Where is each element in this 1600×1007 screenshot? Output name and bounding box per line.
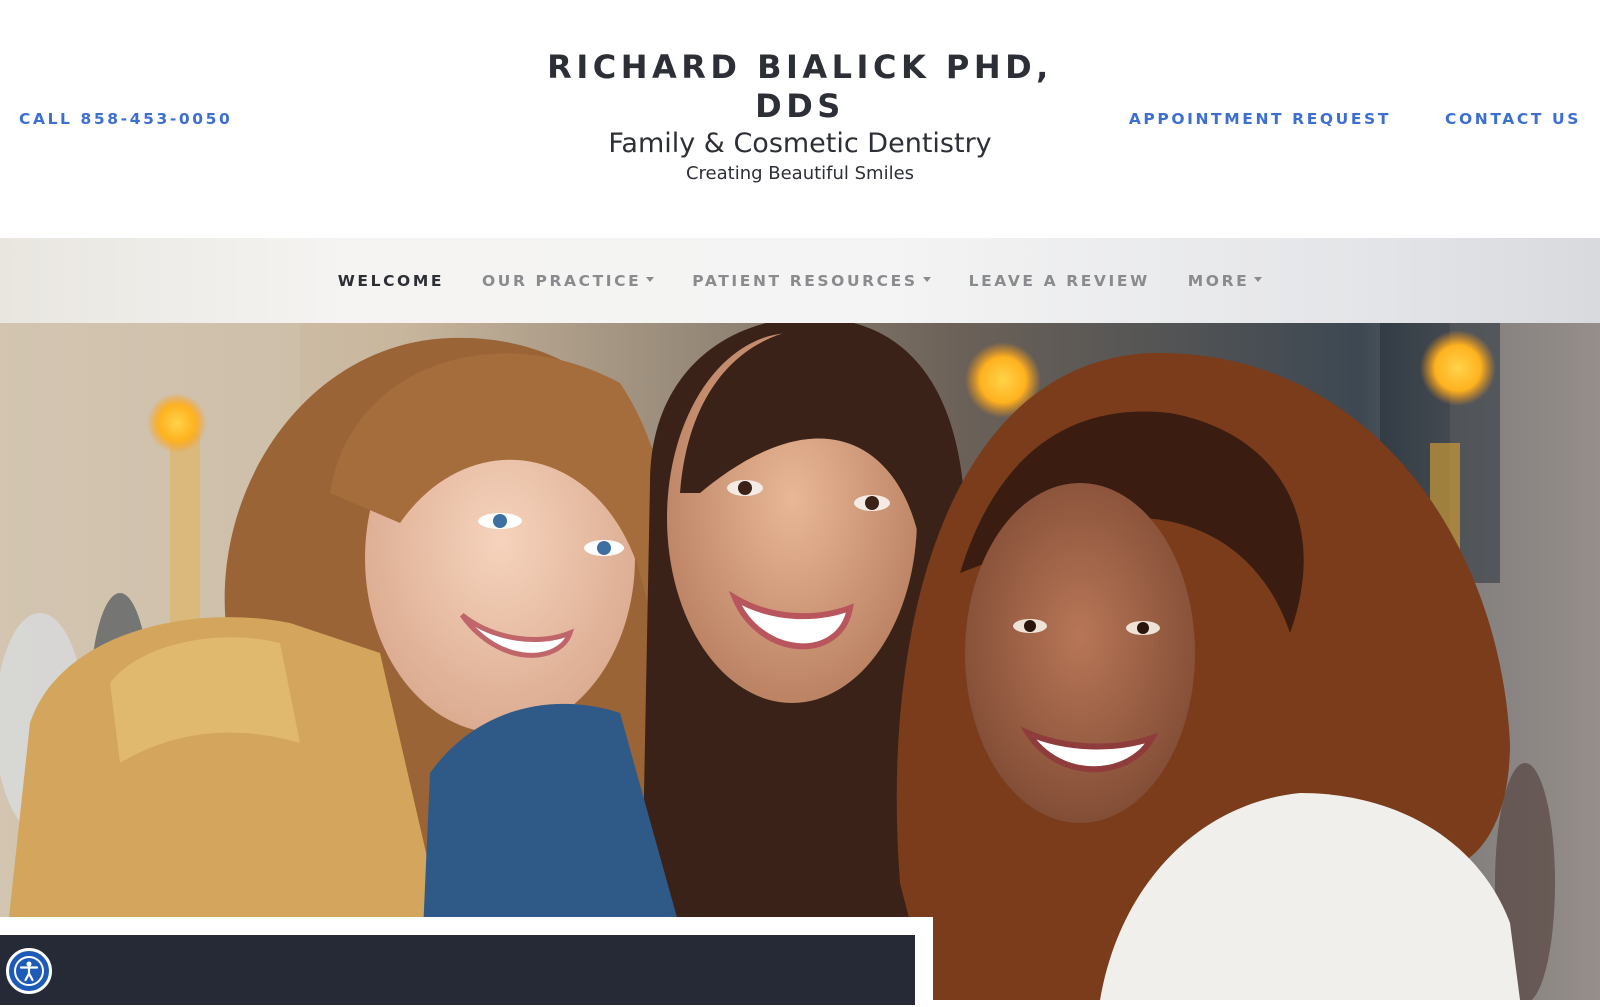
appointment-request-link[interactable]: APPOINTMENT REQUEST [1129,110,1391,128]
caret-down-icon [646,277,655,282]
practice-tagline: Creating Beautiful Smiles [685,163,915,184]
accessibility-icon [14,956,44,986]
nav-item-label: MORE [1187,271,1250,290]
hero-image [0,323,1600,1000]
brand-block: RICHARD BIALICK PHD, DDS Family & Cosmet… [500,48,1100,186]
practice-subtitle: Family & Cosmetic Dentistry [608,128,992,159]
nav-item-more[interactable]: MORE [1188,272,1263,290]
nav-item-label: OUR PRACTICE [482,271,642,290]
nav-item-label: WELCOME [337,271,445,290]
practice-name[interactable]: RICHARD BIALICK PHD, DDS [500,48,1100,126]
accessibility-button[interactable] [6,948,52,994]
caret-down-icon [922,277,931,282]
contact-us-link[interactable]: CONTACT US [1445,110,1581,128]
site-header: CALL 858-453-0050 RICHARD BIALICK PHD, D… [0,0,1600,238]
main-navigation: WELCOME OUR PRACTICE PATIENT RESOURCES L… [0,238,1600,323]
nav-item-our-practice[interactable]: OUR PRACTICE [482,271,655,290]
nav-item-leave-a-review[interactable]: LEAVE A REVIEW [969,272,1150,290]
intro-card [0,935,915,1005]
nav-item-label: PATIENT RESOURCES [692,271,918,290]
nav-item-patient-resources[interactable]: PATIENT RESOURCES [692,271,931,290]
nav-item-label: LEAVE A REVIEW [968,271,1150,290]
nav-item-welcome[interactable]: WELCOME [338,272,444,290]
hero-photo-illustration [0,323,1600,1000]
nav-list: WELCOME OUR PRACTICE PATIENT RESOURCES L… [338,272,1263,290]
call-phone-link[interactable]: CALL 858-453-0050 [19,110,232,128]
caret-down-icon [1254,277,1263,282]
